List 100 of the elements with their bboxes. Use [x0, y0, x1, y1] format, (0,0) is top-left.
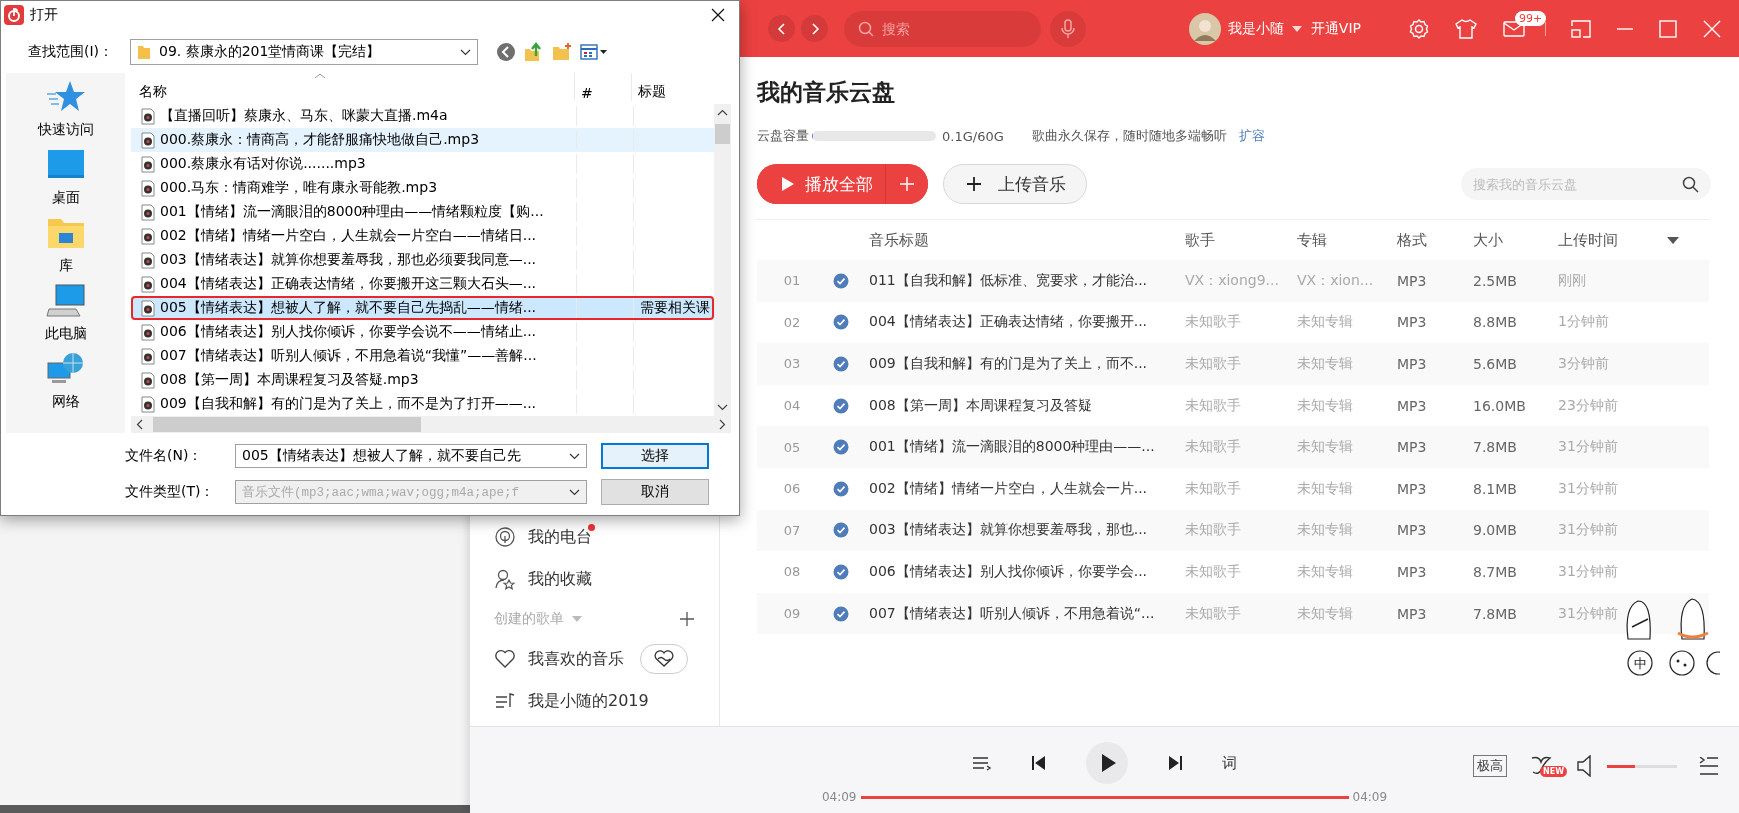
back-button[interactable] — [768, 15, 795, 42]
column-header[interactable]: 标题 — [631, 73, 714, 101]
window-title: 打开 — [30, 6, 58, 24]
artist-cell-text: 未知歌手 — [1185, 355, 1242, 373]
track-title: 009【自我和解】有的门是为了关上，而不... — [868, 355, 1149, 373]
format-cell-text: MP3 — [1397, 522, 1428, 539]
page-title: 我的音乐云盘 — [757, 78, 896, 107]
file-row[interactable]: 000.蔡康永：情商高，才能舒服痛快地做自己.mp3 — [131, 128, 714, 152]
new-folder-icon[interactable] — [552, 42, 572, 62]
up-folder-icon[interactable] — [524, 42, 544, 62]
cancel-button[interactable]: 取消 — [601, 479, 709, 505]
format-cell-text: MP3 — [1397, 356, 1428, 372]
places-item[interactable]: 桌面 — [15, 147, 116, 207]
shirt-icon[interactable] — [1455, 18, 1477, 39]
artist-cell-text: 未知歌手 — [1185, 438, 1242, 457]
file-name: 007【情绪表达】听别人倾诉，不用急着说“我懂”——善解... — [160, 347, 537, 365]
track-row[interactable]: 05 001【情绪】流一滴眼泪的8000种理由——... 未知歌手 未知专辑 MP3 7.8MB 31分钟前 — [757, 426, 1709, 468]
track-number: 06 — [782, 481, 802, 497]
track-row[interactable]: 01 011【自我和解】低标准、宽要求，才能治... VX：xiong9... VX：xion... MP3 2.5MB 刚刚 — [757, 260, 1709, 302]
progress-bar[interactable] — [860, 795, 1349, 799]
track-number: 07 — [782, 522, 802, 538]
playlist-item[interactable]: 我喜欢的音乐 — [470, 638, 719, 680]
artist-cell-text: 未知歌手 — [1185, 479, 1242, 498]
artist-cell-text: 未知歌手 — [1185, 604, 1242, 623]
chevron-left-icon — [776, 21, 787, 36]
view-menu-icon[interactable] — [580, 43, 608, 61]
caret-icon[interactable] — [1291, 25, 1302, 32]
column-header[interactable]: 专辑 — [1297, 230, 1397, 250]
mini-mode-icon[interactable] — [1571, 19, 1591, 38]
lyrics-button[interactable]: 词 — [1222, 753, 1237, 773]
user-name[interactable]: 我是小随 — [1227, 19, 1284, 38]
play-button[interactable] — [1086, 742, 1128, 784]
quality-button[interactable]: 极高 — [1473, 755, 1507, 777]
format-cell-text: MP3 — [1397, 272, 1428, 289]
horizontal-scrollbar[interactable] — [131, 416, 731, 433]
column-header[interactable]: 歌手 — [1185, 230, 1297, 250]
upload-button[interactable]: 上传音乐 — [943, 164, 1087, 204]
capacity-note: 歌曲永久保存，随时随地多端畅听 — [1031, 127, 1227, 145]
track-row[interactable]: 06 002【情绪】情绪一片空白，人生就会一片... 未知歌手 未知专辑 MP3 8.1MB 31分钟前 — [757, 467, 1709, 510]
scroll-up-icon[interactable] — [717, 109, 728, 116]
playlist-item[interactable]: 我是小随的2019 — [470, 680, 719, 722]
play-mode-icon[interactable] — [972, 755, 992, 771]
places-item[interactable]: 库 — [15, 215, 116, 275]
track-row[interactable]: 02 004【情绪表达】正确表达情绪，你要搬开... 未知歌手 未知专辑 MP3 8.8MB 1分钟前 — [757, 301, 1709, 344]
scroll-left-icon[interactable] — [136, 419, 143, 430]
track-row[interactable]: 04 008【第一周】本周课程复习及答疑 未知歌手 未知专辑 MP3 16.0MB 23分钟前 — [757, 384, 1709, 427]
capacity-label: 云盘容量 — [757, 127, 809, 145]
audio-file-icon — [141, 131, 155, 149]
previous-icon[interactable] — [1032, 756, 1046, 770]
places-item[interactable]: 快速访问 — [15, 79, 116, 139]
play-icon — [1100, 753, 1117, 773]
column-header[interactable]: 上传时间 — [1558, 230, 1709, 250]
microphone-button[interactable] — [1050, 10, 1086, 47]
maximize-icon[interactable] — [1659, 19, 1677, 38]
search-icon[interactable] — [1682, 176, 1699, 193]
app-logo-icon — [4, 5, 24, 25]
settings-icon[interactable] — [1408, 17, 1430, 40]
scroll-down-icon[interactable] — [717, 404, 728, 411]
scroll-thumb[interactable] — [715, 124, 730, 144]
audio-file-icon — [141, 179, 155, 197]
volume-slider[interactable] — [1607, 764, 1677, 768]
column-header[interactable]: # — [574, 73, 631, 101]
sidebar-item[interactable]: 我的电台 — [470, 516, 719, 558]
forward-button[interactable] — [801, 15, 828, 42]
upload-time-cell-text: 31分钟前 — [1558, 604, 1619, 623]
file-type-label: 文件类型(T)： — [125, 483, 216, 501]
size-cell-text: 8.8MB — [1473, 314, 1518, 331]
track-row[interactable]: 09 007【情绪表达】听别人倾诉，不用急着说“... 未知歌手 未知专辑 MP3 7.8MB 31分钟前 — [757, 592, 1709, 635]
upload-time-cell-text: 1分钟前 — [1558, 313, 1610, 332]
file-row[interactable]: 005【情绪表达】想被人了解，就不要自己先捣乱——情绪... 需要相关课 — [131, 296, 714, 320]
vip-link[interactable]: 开通VIP — [1310, 19, 1361, 38]
vertical-scrollbar[interactable] — [714, 104, 731, 416]
column-header[interactable]: 音乐标题 — [855, 230, 1185, 250]
track-row[interactable]: 03 009【自我和解】有的门是为了关上，而不... 未知歌手 未知专辑 MP3 5.6MB 3分钟前 — [757, 343, 1709, 385]
artist-cell-text: 未知歌手 — [1185, 396, 1242, 415]
scroll-thumb[interactable] — [153, 417, 421, 432]
places-item[interactable]: 网络 — [15, 351, 116, 411]
avatar[interactable] — [1188, 12, 1221, 45]
playlist-icon[interactable] — [1699, 757, 1719, 775]
select-button[interactable]: 选择 — [601, 443, 709, 469]
next-icon[interactable] — [1168, 756, 1182, 770]
audio-file-icon — [141, 371, 155, 389]
sidebar-item[interactable]: 我的收藏 — [470, 558, 719, 600]
column-header[interactable]: 格式 — [1397, 230, 1473, 250]
places-item[interactable]: 此电脑 — [15, 283, 116, 343]
column-header[interactable]: 大小 — [1473, 230, 1558, 250]
add-to-queue-button[interactable] — [885, 164, 928, 204]
track-row[interactable]: 07 003【情绪表达】就算你想要羞辱我，那也... 未知歌手 未知专辑 MP3 9.0MB 31分钟前 — [757, 509, 1709, 552]
track-title: 011【自我和解】低标准、宽要求，才能治... — [868, 271, 1149, 290]
audio-file-icon — [141, 395, 155, 413]
back-icon[interactable] — [496, 42, 516, 62]
column-header[interactable]: 名称 — [131, 83, 574, 101]
sort-caret-icon[interactable] — [1667, 237, 1679, 244]
folder-icon — [137, 44, 151, 60]
scroll-right-icon[interactable] — [719, 419, 726, 430]
look-in-dropdown[interactable]: 09. 蔡康永的201堂情商课【完结】 — [130, 39, 478, 65]
file-name-field[interactable]: 005【情绪表达】想被人了解，就不要自己先 — [235, 444, 587, 468]
close-icon[interactable] — [711, 8, 725, 22]
expand-link[interactable]: 扩容 — [1238, 127, 1265, 145]
add-icon[interactable] — [679, 611, 695, 627]
